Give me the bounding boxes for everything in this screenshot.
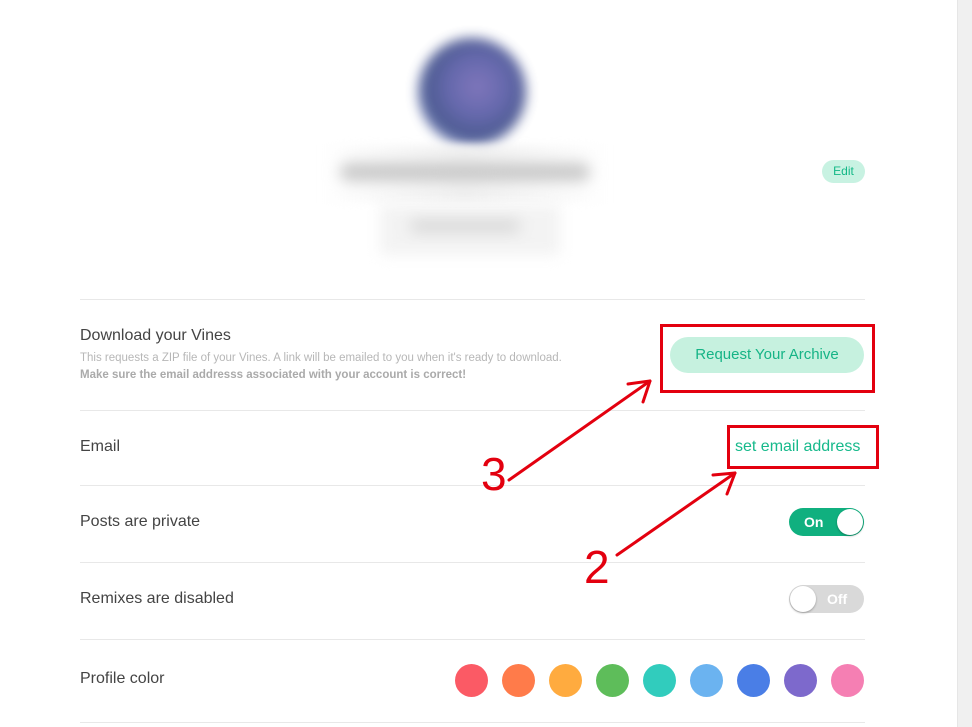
annotation-step-2: 2 (584, 541, 610, 593)
annotation-step-3: 3 (481, 448, 507, 500)
annotation-arrows (507, 379, 737, 557)
